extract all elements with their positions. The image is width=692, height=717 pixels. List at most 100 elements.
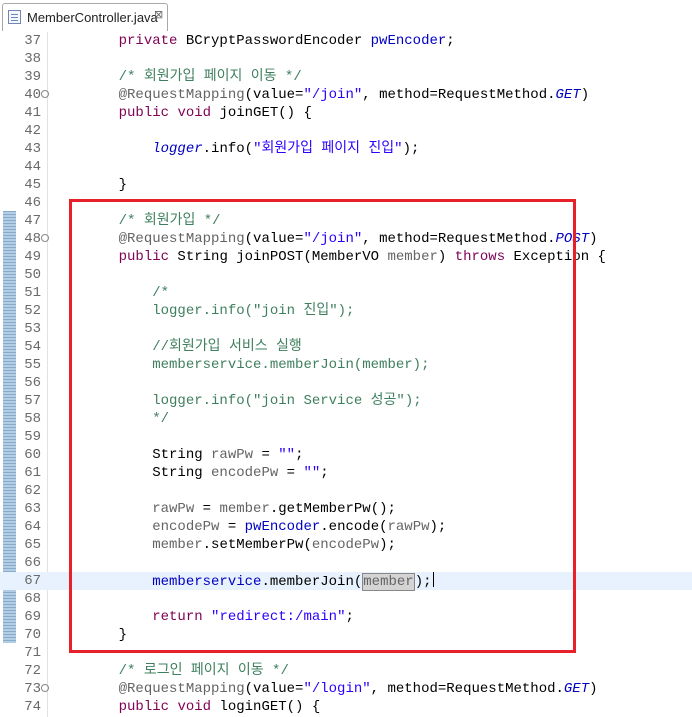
code-text: @RequestMapping(value="/join", method=Re… bbox=[118, 231, 598, 247]
code-line-55[interactable]: 55 memberservice.memberJoin(member); bbox=[0, 356, 692, 374]
line-number: 54 bbox=[24, 339, 41, 355]
code-line-69[interactable]: 69 return "redirect:/main"; bbox=[0, 608, 692, 626]
code-text: public void joinGET() { bbox=[118, 105, 312, 121]
code-text: logger.info("join 진입"); bbox=[152, 303, 355, 319]
code-line-54[interactable]: 54 //회원가입 서비스 실행 bbox=[0, 338, 692, 356]
java-file-icon bbox=[8, 10, 21, 24]
code-line-68[interactable]: 68 bbox=[0, 590, 692, 608]
code-line-56[interactable]: 56 bbox=[0, 374, 692, 392]
line-number: 51 bbox=[24, 285, 41, 301]
line-number: 73 bbox=[24, 681, 41, 697]
line-number: 43 bbox=[24, 141, 41, 157]
line-number: 40 bbox=[24, 87, 41, 103]
line-number: 61 bbox=[24, 465, 41, 481]
code-line-53[interactable]: 53 bbox=[0, 320, 692, 338]
code-line-39[interactable]: 39 /* 회원가입 페이지 이동 */ bbox=[0, 68, 692, 86]
line-number: 59 bbox=[24, 429, 41, 445]
code-line-59[interactable]: 59 bbox=[0, 428, 692, 446]
line-number: 45 bbox=[24, 177, 41, 193]
fold-toggle-icon[interactable] bbox=[41, 234, 49, 242]
code-line-62[interactable]: 62 bbox=[0, 482, 692, 500]
tab-title: MemberController.java bbox=[27, 10, 158, 25]
code-line-41[interactable]: 41 public void joinGET() { bbox=[0, 104, 692, 122]
line-number: 46 bbox=[24, 195, 41, 211]
line-number: 53 bbox=[24, 321, 41, 337]
line-number: 37 bbox=[24, 33, 41, 49]
code-text: public String joinPOST(MemberVO member) … bbox=[118, 249, 606, 265]
line-number: 47 bbox=[24, 213, 41, 229]
code-text: @RequestMapping(value="/login", method=R… bbox=[118, 681, 598, 697]
code-line-58[interactable]: 58 */ bbox=[0, 410, 692, 428]
code-line-60[interactable]: 60 String rawPw = ""; bbox=[0, 446, 692, 464]
fold-toggle-icon[interactable] bbox=[41, 684, 49, 692]
line-number: 66 bbox=[24, 555, 41, 571]
line-number: 42 bbox=[24, 123, 41, 139]
code-line-40[interactable]: 40 @RequestMapping(value="/join", method… bbox=[0, 86, 692, 104]
line-number: 57 bbox=[24, 393, 41, 409]
text-caret bbox=[432, 572, 434, 587]
code-text: //회원가입 서비스 실행 bbox=[152, 339, 302, 355]
code-line-50[interactable]: 50 bbox=[0, 266, 692, 284]
code-text: member.setMemberPw(encodePw); bbox=[152, 537, 396, 553]
code-text: String rawPw = ""; bbox=[85, 447, 304, 463]
code-text: String encodePw = ""; bbox=[85, 465, 329, 481]
code-line-48[interactable]: 48 @RequestMapping(value="/join", method… bbox=[0, 230, 692, 248]
code-line-45[interactable]: 45 } bbox=[0, 176, 692, 194]
line-number: 72 bbox=[24, 663, 41, 679]
code-text: @RequestMapping(value="/join", method=Re… bbox=[118, 87, 590, 103]
code-line-37[interactable]: 37 private BCryptPasswordEncoder pwEncod… bbox=[0, 32, 692, 50]
line-number: 69 bbox=[24, 609, 41, 625]
code-text: memberservice.memberJoin(member); bbox=[152, 357, 430, 373]
line-number: 55 bbox=[24, 357, 41, 373]
code-text: memberservice.memberJoin(member); bbox=[152, 572, 434, 591]
line-number: 64 bbox=[24, 519, 41, 535]
line-number: 67 bbox=[24, 573, 41, 589]
code-line-42[interactable]: 42 bbox=[0, 122, 692, 140]
close-icon[interactable]: ⊠ bbox=[154, 8, 163, 21]
code-text: encodePw = pwEncoder.encode(rawPw); bbox=[152, 519, 447, 535]
line-number: 52 bbox=[24, 303, 41, 319]
code-line-63[interactable]: 63 rawPw = member.getMemberPw(); bbox=[0, 500, 692, 518]
code-line-46[interactable]: 46 bbox=[0, 194, 692, 212]
fold-toggle-icon[interactable] bbox=[41, 90, 49, 98]
line-number: 70 bbox=[24, 627, 41, 643]
code-text: } bbox=[85, 177, 128, 193]
code-line-73[interactable]: 73 @RequestMapping(value="/login", metho… bbox=[0, 680, 692, 698]
code-line-38[interactable]: 38 bbox=[0, 50, 692, 68]
code-text: logger.info("회원가입 페이지 진입"); bbox=[152, 141, 420, 157]
code-line-51[interactable]: 51 /* bbox=[0, 284, 692, 302]
code-line-57[interactable]: 57 logger.info("join Service 성공"); bbox=[0, 392, 692, 410]
line-number: 71 bbox=[24, 645, 41, 661]
code-line-74[interactable]: 74 public void loginGET() { bbox=[0, 698, 692, 716]
code-text: /* bbox=[152, 285, 170, 301]
code-line-65[interactable]: 65 member.setMemberPw(encodePw); bbox=[0, 536, 692, 554]
code-line-52[interactable]: 52 logger.info("join 진입"); bbox=[0, 302, 692, 320]
code-text: public void loginGET() { bbox=[118, 699, 321, 715]
line-number: 41 bbox=[24, 105, 41, 121]
code-editor[interactable]: 37 private BCryptPasswordEncoder pwEncod… bbox=[0, 32, 692, 717]
code-line-61[interactable]: 61 String encodePw = ""; bbox=[0, 464, 692, 482]
tab-member-controller[interactable]: MemberController.java ⊠ bbox=[2, 3, 168, 31]
code-line-64[interactable]: 64 encodePw = pwEncoder.encode(rawPw); bbox=[0, 518, 692, 536]
code-line-49[interactable]: 49 public String joinPOST(MemberVO membe… bbox=[0, 248, 692, 266]
code-line-67[interactable]: 67 memberservice.memberJoin(member); bbox=[0, 572, 692, 591]
code-text: return "redirect:/main"; bbox=[152, 609, 354, 625]
code-line-72[interactable]: 72 /* 로그인 페이지 이동 */ bbox=[0, 662, 692, 680]
line-number: 62 bbox=[24, 483, 41, 499]
code-line-47[interactable]: 47 /* 회원가입 */ bbox=[0, 212, 692, 230]
line-number: 48 bbox=[24, 231, 41, 247]
code-text: */ bbox=[152, 411, 170, 427]
line-number: 68 bbox=[24, 591, 41, 607]
line-number: 60 bbox=[24, 447, 41, 463]
code-line-70[interactable]: 70 } bbox=[0, 626, 692, 644]
code-line-71[interactable]: 71 bbox=[0, 644, 692, 662]
code-text: /* 로그인 페이지 이동 */ bbox=[118, 663, 289, 679]
line-number: 65 bbox=[24, 537, 41, 553]
code-text: logger.info("join Service 성공"); bbox=[152, 393, 422, 409]
code-line-66[interactable]: 66 bbox=[0, 554, 692, 572]
editor-tab-bar: MemberController.java ⊠ bbox=[0, 0, 692, 33]
code-text: rawPw = member.getMemberPw(); bbox=[152, 501, 396, 517]
code-line-43[interactable]: 43 logger.info("회원가입 페이지 진입"); bbox=[0, 140, 692, 158]
line-number: 50 bbox=[24, 267, 41, 283]
code-line-44[interactable]: 44 bbox=[0, 158, 692, 176]
